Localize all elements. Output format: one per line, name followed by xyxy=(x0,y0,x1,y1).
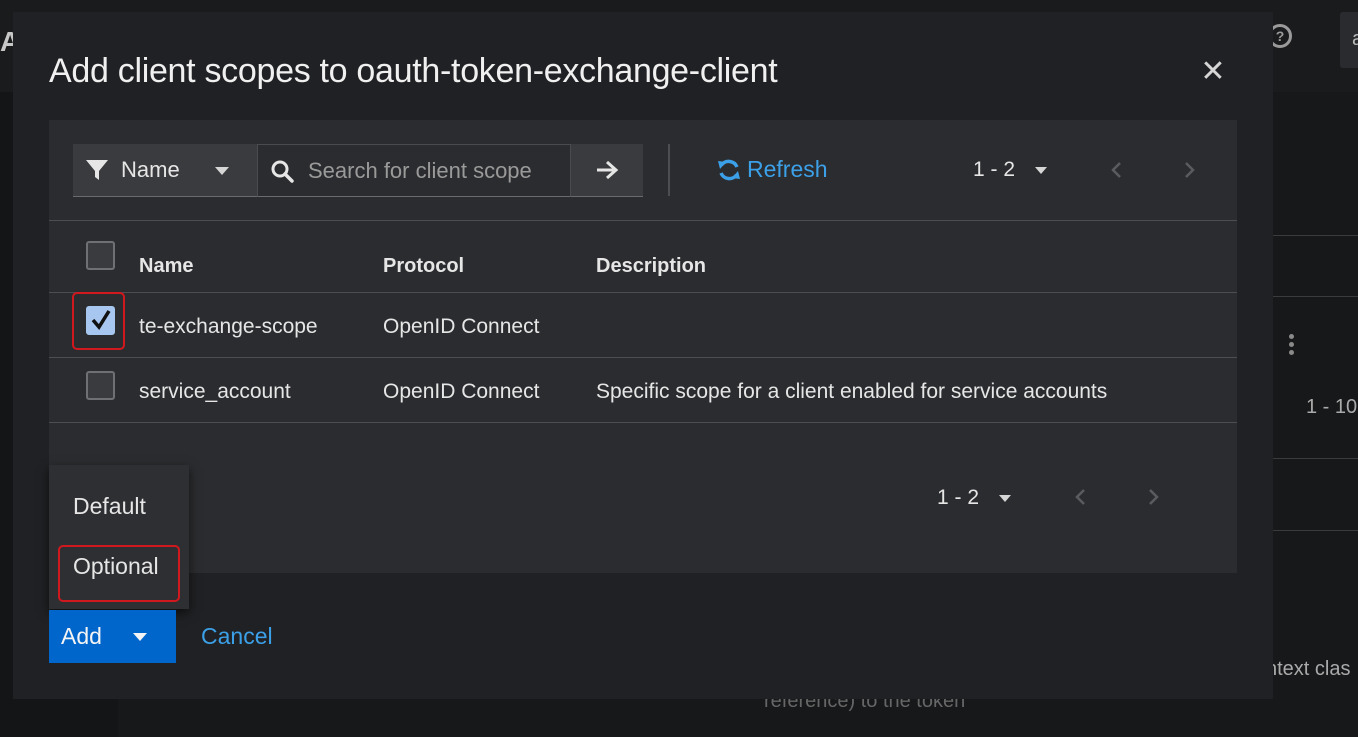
column-header-protocol[interactable]: Protocol xyxy=(383,255,464,278)
modal-title: Add client scopes to oauth-token-exchang… xyxy=(49,52,778,90)
column-header-name[interactable]: Name xyxy=(139,255,193,278)
checkmark-icon xyxy=(91,310,111,330)
menu-item-optional[interactable]: Optional xyxy=(73,553,159,580)
pagination-caret-icon[interactable] xyxy=(999,494,1012,502)
previous-page-icon[interactable] xyxy=(1071,487,1091,507)
client-scopes-table: Name Protocol Description te-exchange-sc… xyxy=(49,221,1237,423)
filter-icon xyxy=(86,160,108,180)
cell-protocol: OpenID Connect xyxy=(383,315,540,338)
filter-label: Name xyxy=(121,157,180,182)
top-pagination: 1 - 2 xyxy=(973,158,1048,182)
filter-dropdown[interactable]: Name xyxy=(73,144,257,197)
close-icon[interactable]: ✕ xyxy=(1199,57,1227,87)
cancel-button[interactable]: Cancel xyxy=(201,623,273,650)
refresh-button[interactable]: Refresh xyxy=(717,156,828,183)
next-page-icon[interactable] xyxy=(1143,487,1163,507)
background-row-text: ntext clas xyxy=(1266,658,1351,680)
bottom-pagination: 1 - 2 xyxy=(937,486,1012,510)
user-menu[interactable]: a xyxy=(1340,12,1358,68)
arrow-right-icon xyxy=(597,160,619,180)
search-icon xyxy=(271,160,294,183)
refresh-icon xyxy=(718,159,740,180)
search-field[interactable] xyxy=(257,144,571,197)
add-button-label: Add xyxy=(61,623,102,649)
cell-name: te-exchange-scope xyxy=(139,315,318,338)
row-divider xyxy=(1273,530,1358,531)
row-divider xyxy=(1273,458,1358,459)
toolbar-divider xyxy=(668,144,670,196)
pagination-caret-icon[interactable] xyxy=(1035,166,1048,174)
search-input[interactable] xyxy=(306,156,566,185)
row-divider xyxy=(1273,235,1358,236)
next-page-icon[interactable] xyxy=(1179,160,1199,180)
previous-page-icon[interactable] xyxy=(1107,160,1127,180)
client-scopes-table-panel: Name Search for client scope Refresh 1 -… xyxy=(49,120,1237,573)
cell-name: service_account xyxy=(139,380,291,403)
pagination-count[interactable]: 1 - 2 xyxy=(937,486,979,510)
add-client-scopes-modal: Add client scopes to oauth-token-exchang… xyxy=(13,12,1273,699)
add-dropdown-menu: Default Optional xyxy=(49,465,189,609)
caret-down-icon xyxy=(215,167,229,175)
table-row: service_account OpenID Connect Specific … xyxy=(49,358,1237,423)
refresh-label: Refresh xyxy=(747,156,828,182)
search-submit-button[interactable] xyxy=(571,144,643,197)
row-checkbox[interactable] xyxy=(86,306,115,335)
cell-description: Specific scope for a client enabled for … xyxy=(596,380,1108,403)
kebab-menu-icon[interactable] xyxy=(1286,334,1296,358)
select-all-checkbox[interactable] xyxy=(86,241,115,270)
table-row: te-exchange-scope OpenID Connect xyxy=(49,293,1237,358)
pagination-count[interactable]: 1 - 2 xyxy=(973,158,1015,182)
row-checkbox[interactable] xyxy=(86,371,115,400)
background-pagination[interactable]: 1 - 10 xyxy=(1306,396,1357,419)
add-button[interactable]: Add xyxy=(49,610,176,663)
table-header-row: Name Protocol Description xyxy=(49,221,1237,293)
menu-item-default[interactable]: Default xyxy=(73,493,146,520)
row-divider xyxy=(1273,296,1358,297)
table-toolbar: Name Search for client scope Refresh 1 -… xyxy=(49,120,1237,221)
caret-down-icon xyxy=(133,633,147,641)
cell-protocol: OpenID Connect xyxy=(383,380,540,403)
column-header-description[interactable]: Description xyxy=(596,255,706,278)
